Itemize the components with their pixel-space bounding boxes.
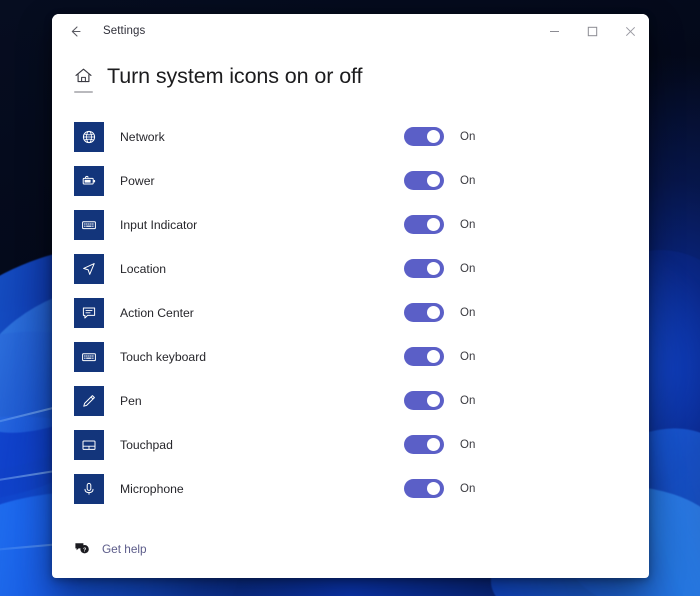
close-icon	[625, 26, 635, 36]
minimize-icon	[549, 30, 559, 32]
toggle-state-label: On	[460, 218, 476, 231]
battery-icon	[82, 175, 96, 184]
back-arrow-icon	[71, 25, 81, 37]
row-label: Network	[120, 129, 165, 144]
row-toggle-group: On	[404, 127, 649, 146]
toggle-switch[interactable]	[404, 127, 444, 146]
row-label: Action Center	[120, 305, 194, 320]
home-icon	[75, 68, 92, 83]
get-help-link[interactable]: ? Get help	[74, 541, 147, 556]
row-label: Microphone	[120, 481, 184, 496]
touchpad-icon	[82, 440, 96, 450]
maximize-icon	[587, 26, 597, 36]
toggle-knob	[427, 218, 440, 231]
location-arrow-icon	[83, 262, 95, 275]
row-label: Input Indicator	[120, 217, 198, 232]
toggle-knob	[427, 482, 440, 495]
toggle-switch[interactable]	[404, 391, 444, 410]
table-row[interactable]: Network On	[52, 115, 649, 159]
row-toggle-group: On	[404, 391, 649, 410]
toggle-knob	[427, 306, 440, 319]
row-label: Power	[120, 173, 155, 188]
toggle-state-label: On	[460, 130, 476, 143]
close-button[interactable]	[611, 14, 649, 48]
toggle-knob	[427, 350, 440, 363]
pen-icon	[83, 394, 95, 407]
row-toggle-group: On	[404, 435, 649, 454]
row-icon-tile	[74, 297, 104, 328]
chat-bubble-icon	[82, 307, 96, 318]
toggle-knob	[427, 262, 440, 275]
get-help-label: Get help	[102, 541, 147, 556]
settings-window: Settings Turn system icons on or off Net…	[52, 14, 649, 578]
page-title: Turn system icons on or off	[107, 64, 363, 88]
toggle-knob	[427, 394, 440, 407]
row-toggle-group: On	[404, 479, 649, 498]
toggle-switch[interactable]	[404, 347, 444, 366]
microphone-icon	[84, 482, 94, 495]
table-row[interactable]: Microphone On	[52, 467, 649, 511]
footer: ? Get help	[52, 541, 649, 578]
maximize-button[interactable]	[573, 14, 611, 48]
row-icon-tile	[74, 253, 104, 284]
row-icon-tile	[74, 121, 104, 152]
row-icon-tile	[74, 473, 104, 504]
row-label: Location	[120, 261, 167, 276]
page-header: Turn system icons on or off	[52, 48, 649, 97]
system-icons-list: Network On Power On Input Indicator On L…	[52, 97, 649, 542]
svg-text:?: ?	[83, 547, 86, 553]
table-row[interactable]: Location On	[52, 247, 649, 291]
toggle-switch[interactable]	[404, 171, 444, 190]
table-row[interactable]: Touch keyboard On	[52, 335, 649, 379]
toggle-state-label: On	[460, 394, 476, 407]
toggle-state-label: On	[460, 350, 476, 363]
minimize-button[interactable]	[535, 14, 573, 48]
window-controls	[535, 14, 649, 48]
window-title: Settings	[103, 25, 146, 37]
table-row[interactable]: Input Indicator On	[52, 203, 649, 247]
toggle-switch[interactable]	[404, 259, 444, 278]
back-button[interactable]	[58, 16, 92, 46]
row-icon-tile	[74, 209, 104, 240]
input-indicator-icon	[82, 220, 96, 229]
globe-icon	[82, 130, 96, 143]
table-row[interactable]: Pen On	[52, 379, 649, 423]
keyboard-icon	[82, 352, 96, 361]
toggle-knob	[427, 438, 440, 451]
help-bubble-icon: ?	[75, 543, 89, 554]
table-row[interactable]: Power On	[52, 159, 649, 203]
row-toggle-group: On	[404, 347, 649, 366]
toggle-switch[interactable]	[404, 215, 444, 234]
toggle-switch[interactable]	[404, 303, 444, 322]
toggle-state-label: On	[460, 482, 476, 495]
toggle-state-label: On	[460, 438, 476, 451]
home-breadcrumb-underline	[74, 91, 93, 93]
row-toggle-group: On	[404, 171, 649, 190]
row-toggle-group: On	[404, 259, 649, 278]
table-row[interactable]: Action Center On	[52, 291, 649, 335]
row-label: Touchpad	[120, 437, 173, 452]
toggle-state-label: On	[460, 262, 476, 275]
title-bar: Settings	[52, 14, 649, 48]
toggle-switch[interactable]	[404, 435, 444, 454]
table-row[interactable]: Touchpad On	[52, 423, 649, 467]
toggle-knob	[427, 174, 440, 187]
toggle-state-label: On	[460, 174, 476, 187]
row-toggle-group: On	[404, 215, 649, 234]
toggle-switch[interactable]	[404, 479, 444, 498]
row-icon-tile	[74, 341, 104, 372]
row-label: Pen	[120, 393, 142, 408]
row-icon-tile	[74, 165, 104, 196]
row-icon-tile	[74, 429, 104, 460]
row-toggle-group: On	[404, 303, 649, 322]
row-label: Touch keyboard	[120, 349, 207, 364]
home-breadcrumb-button[interactable]	[74, 67, 93, 96]
row-icon-tile	[74, 385, 104, 416]
toggle-state-label: On	[460, 306, 476, 319]
toggle-knob	[427, 130, 440, 143]
